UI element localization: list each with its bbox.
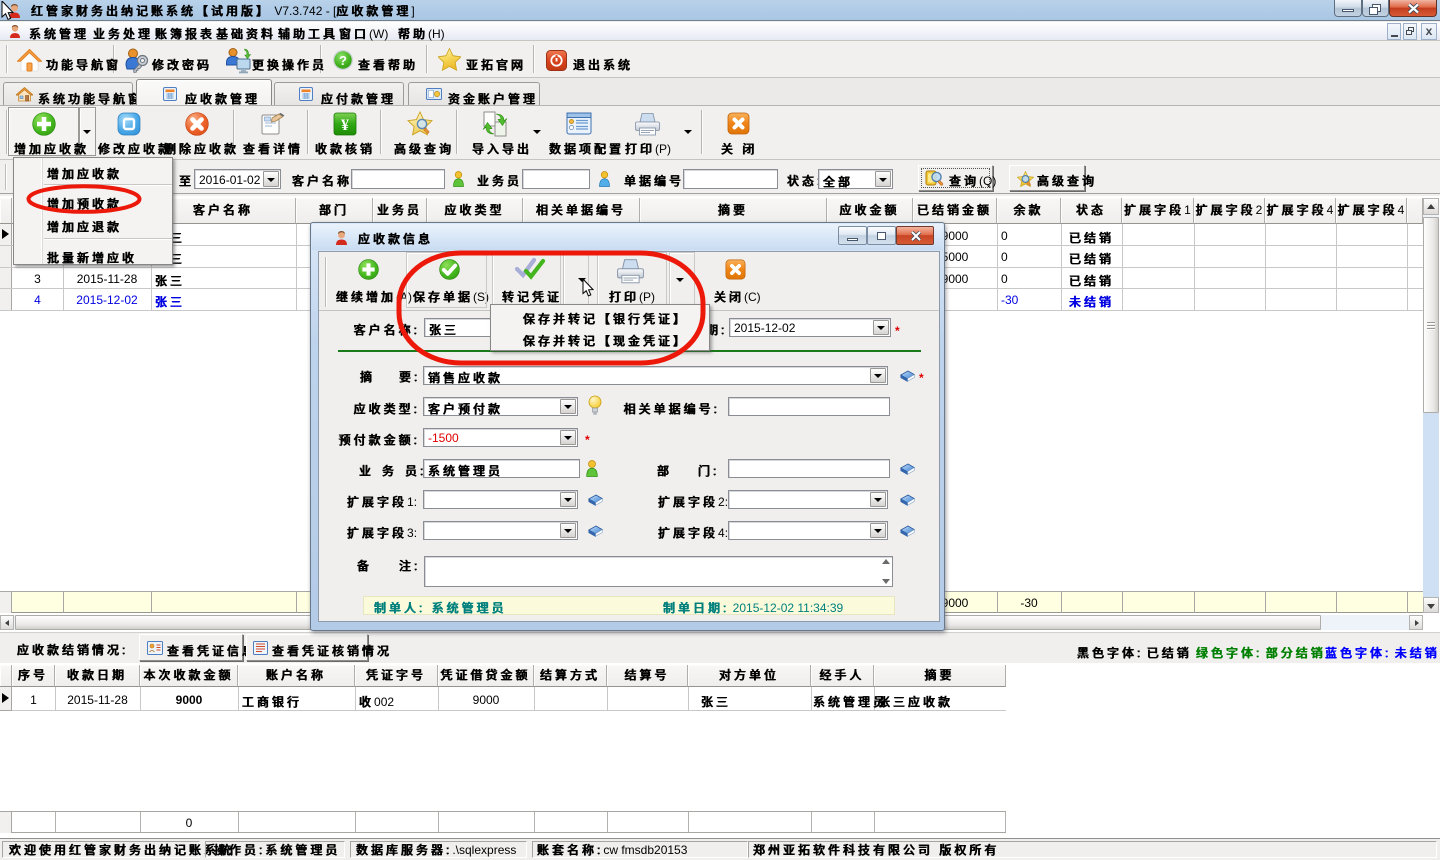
svg-text:¥: ¥ — [341, 117, 349, 134]
svg-text:?: ? — [339, 53, 347, 68]
